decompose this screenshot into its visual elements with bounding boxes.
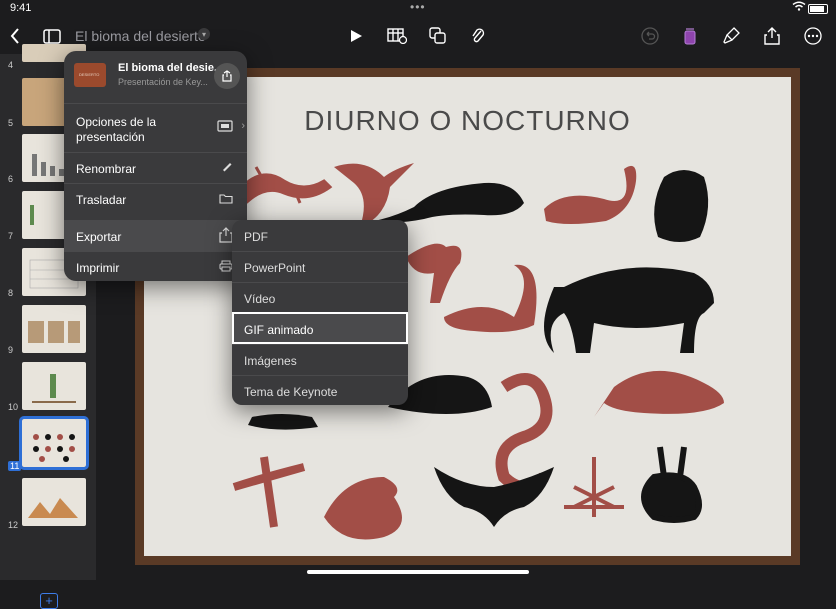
play-button[interactable] — [346, 24, 366, 48]
slide-number: 11 — [8, 461, 22, 471]
menu-item-label: Tema de Keynote — [244, 385, 338, 399]
dragonfly-icon — [232, 456, 306, 528]
presentation-options-icon — [217, 120, 233, 135]
menu-item-label: Opciones de la presentación — [76, 115, 157, 144]
slide-number: 9 — [8, 345, 14, 355]
undo-icon — [641, 27, 659, 45]
rabbit-icon — [641, 446, 702, 523]
print-item[interactable]: Imprimir — [64, 251, 247, 282]
menu-item-label: GIF animado — [244, 323, 314, 337]
chevron-right-icon: › — [241, 120, 245, 132]
deer-icon — [406, 243, 462, 303]
animate-icon — [684, 28, 696, 45]
presentation-options-item[interactable]: Opciones de la presentación › — [64, 103, 247, 152]
play-icon — [351, 30, 362, 42]
export-pdf-option[interactable]: PDF — [232, 221, 408, 251]
menu-item-label: Imágenes — [244, 354, 297, 368]
slide-number: 12 — [8, 520, 19, 530]
document-header: DESIERTO El bioma del desie... Presentac… — [74, 62, 240, 103]
export-video-option[interactable]: Vídeo — [232, 282, 408, 313]
menu-item-label: Imprimir — [76, 261, 120, 275]
ellipsis-circle-icon — [804, 27, 822, 45]
document-kind: Presentación de Key... — [118, 77, 208, 87]
paintbrush-icon — [723, 27, 740, 44]
lizard-icon — [242, 166, 333, 204]
table-icon — [387, 28, 407, 44]
menu-item-label: Vídeo — [244, 292, 276, 306]
insert-shape-button[interactable] — [427, 24, 449, 48]
bat-icon — [434, 467, 554, 527]
share-icon — [764, 27, 780, 45]
share-button[interactable] — [762, 24, 782, 48]
add-slide-button[interactable]: + — [40, 593, 58, 609]
thumbnail-title: DESIERTO — [79, 72, 100, 77]
menu-item-label: Exportar — [76, 230, 122, 244]
slide-number: 7 — [8, 231, 14, 241]
document-title[interactable]: El bioma del desierto — [75, 28, 206, 44]
format-button[interactable] — [720, 24, 742, 48]
insert-media-button[interactable] — [468, 24, 488, 48]
export-images-option[interactable]: Imágenes — [232, 344, 408, 375]
slide-number: 8 — [8, 288, 14, 298]
document-name: El bioma del desie... — [118, 62, 224, 74]
battery-icon — [808, 4, 828, 14]
share-document-button[interactable] — [214, 63, 240, 89]
menu-item-label: Renombrar — [76, 162, 137, 176]
document-menu-popover: DESIERTO El bioma del desie... Presentac… — [64, 51, 247, 281]
document-thumbnail: DESIERTO — [74, 63, 106, 87]
panther-icon — [544, 267, 714, 353]
slide-number: 4 — [8, 60, 14, 70]
more-button[interactable] — [802, 24, 824, 48]
status-bar: 9:41 ••• — [0, 0, 836, 16]
toolbar: El bioma del desierto ▾ — [0, 18, 836, 54]
share-icon — [222, 70, 232, 82]
spider-icon — [564, 457, 624, 517]
slide-number: 10 — [8, 402, 19, 412]
slide-thumbnail[interactable] — [22, 478, 86, 526]
sidebar-icon — [43, 28, 61, 44]
slide-thumbnail[interactable] — [22, 362, 86, 410]
menu-item-label: PDF — [244, 230, 268, 244]
snake-icon — [495, 373, 553, 493]
wifi-icon — [792, 1, 806, 14]
quail-icon — [324, 477, 402, 540]
menu-item-label: Trasladar — [76, 193, 127, 207]
rat-icon — [374, 182, 524, 223]
multitasking-dots[interactable]: ••• — [410, 0, 426, 14]
home-indicator[interactable] — [307, 570, 529, 574]
shapes-icon — [429, 27, 446, 44]
export-keynote-theme-option[interactable]: Tema de Keynote — [232, 375, 408, 406]
slide-number: 6 — [8, 174, 14, 184]
pencil-icon — [221, 160, 233, 175]
turtle-icon — [594, 370, 724, 417]
rename-item[interactable]: Renombrar — [64, 152, 247, 184]
scorpion-icon — [544, 165, 637, 224]
move-item[interactable]: Trasladar — [64, 183, 247, 215]
status-time: 9:41 — [10, 2, 32, 14]
export-submenu: PDF PowerPoint Vídeo GIF animado Imágene… — [232, 220, 408, 405]
chevron-down-icon[interactable]: ▾ — [198, 28, 210, 40]
slide-number: 5 — [8, 118, 14, 128]
paperclip-icon — [472, 28, 485, 43]
animal-partial-icon — [248, 414, 318, 430]
slide-thumbnail[interactable] — [22, 305, 86, 353]
menu-item-label: PowerPoint — [244, 261, 306, 275]
printer-icon — [219, 260, 233, 275]
skunk-icon — [444, 264, 537, 333]
animate-button[interactable] — [680, 24, 700, 48]
export-animated-gif-option[interactable]: GIF animado — [232, 312, 408, 344]
insert-table-button[interactable] — [385, 24, 409, 48]
export-icon — [219, 227, 233, 246]
owl-icon — [654, 170, 709, 242]
export-powerpoint-option[interactable]: PowerPoint — [232, 251, 408, 282]
chevron-left-icon — [10, 28, 19, 44]
slide-thumbnail-selected[interactable] — [19, 416, 89, 470]
undo-button[interactable] — [640, 24, 660, 48]
folder-icon — [219, 192, 233, 207]
export-item[interactable]: Exportar — [64, 220, 247, 252]
